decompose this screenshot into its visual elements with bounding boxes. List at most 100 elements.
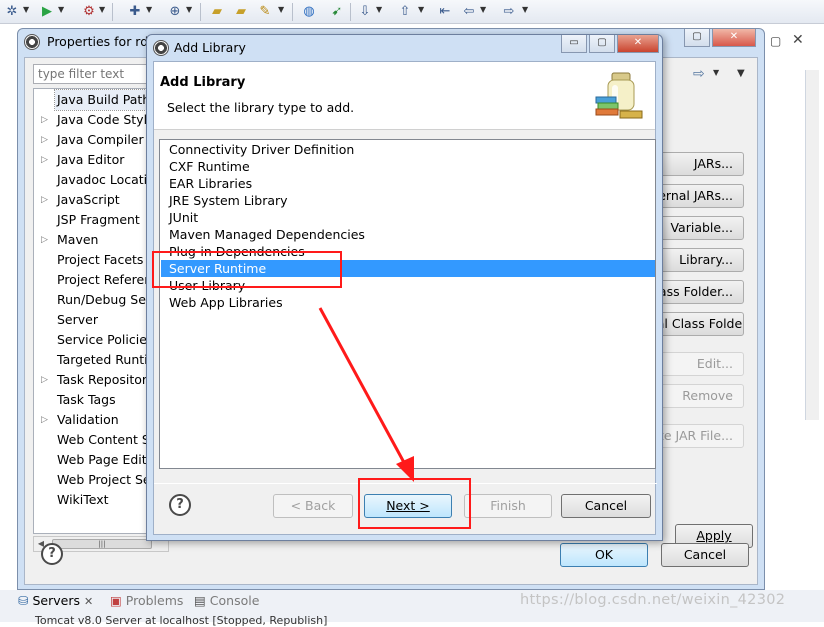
tree-item-label: Maven <box>57 232 99 247</box>
expand-arrow-icon[interactable]: ▷ <box>41 230 48 250</box>
eclipse-icon <box>24 34 40 50</box>
library-type-item[interactable]: Connectivity Driver Definition <box>161 141 655 158</box>
tree-item-label: Java Build Path <box>53 89 154 111</box>
dialog-title: Add Library <box>174 40 246 55</box>
chevron-down-icon[interactable]: ▼ <box>23 5 29 14</box>
tab-problems[interactable]: ▣ Problems <box>110 591 183 611</box>
chevron-down-icon[interactable]: ▼ <box>186 5 192 14</box>
new-project-icon[interactable]: ✚ <box>126 3 144 21</box>
close-icon[interactable]: ✕ <box>84 595 93 608</box>
expand-arrow-icon[interactable]: ▷ <box>41 190 48 210</box>
annotation-box-server-runtime <box>152 251 342 288</box>
tab-problems-label: Problems <box>125 593 184 608</box>
chevron-down-icon[interactable]: ▼ <box>58 5 64 14</box>
back-icon[interactable]: ⇦ <box>460 3 478 21</box>
toolbar-separator <box>292 3 293 21</box>
forward-icon[interactable]: ⇨ <box>500 3 518 21</box>
wizard-heading: Add Library <box>160 75 246 90</box>
problems-icon: ▣ <box>110 593 122 608</box>
expand-arrow-icon[interactable]: ▷ <box>41 150 48 170</box>
chevron-down-icon[interactable]: ▼ <box>522 5 528 14</box>
cancel-button[interactable]: Cancel <box>561 494 651 518</box>
apply-label: Apply <box>696 528 732 543</box>
chevron-down-icon[interactable]: ▼ <box>99 5 105 14</box>
chevron-down-icon[interactable]: ▼ <box>376 5 382 14</box>
wizard-description: Select the library type to add. <box>167 100 355 115</box>
tab-console[interactable]: ▤ Console <box>194 591 259 611</box>
tree-item-label: Server <box>57 312 98 327</box>
chevron-down-icon[interactable]: ▼ <box>480 5 486 14</box>
chevron-down-icon[interactable]: ▼ <box>146 5 152 14</box>
close-icon[interactable]: ✕ <box>792 32 804 48</box>
tree-item-label: Validation <box>57 412 119 427</box>
last-edit-icon[interactable]: ⇤ <box>436 3 454 21</box>
library-type-item[interactable]: JRE System Library <box>161 192 655 209</box>
expand-arrow-icon[interactable]: ▷ <box>41 130 48 150</box>
main-toolbar: ✲ ▼ ▶ ▼ ⚙ ▼ ✚ ▼ ⊕ ▼ ▰ ▰ ✎ ▼ ◍ ➹ ⇩ ▼ ⇧ ▼ … <box>0 0 824 24</box>
expand-arrow-icon[interactable]: ▷ <box>41 110 48 130</box>
eclipse-icon <box>153 40 169 56</box>
chevron-down-icon[interactable]: ▼ <box>278 5 284 14</box>
restore-icon[interactable]: ▢ <box>770 34 781 48</box>
tree-item-label: WikiText <box>57 492 109 507</box>
library-type-item[interactable]: Maven Managed Dependencies <box>161 226 655 243</box>
external-tools-icon[interactable]: ⚙ <box>80 3 98 21</box>
help-icon[interactable]: ? <box>41 543 63 565</box>
previous-annotation-icon[interactable]: ⇧ <box>396 3 414 21</box>
cancel-button[interactable]: Cancel <box>661 543 749 567</box>
wizard-header: Add Library Select the library type to a… <box>154 62 655 130</box>
tree-item-label: Java Code Style <box>57 112 155 127</box>
globe-icon[interactable]: ◍ <box>300 3 318 21</box>
toolbar-separator <box>112 3 113 21</box>
forward-nav-icon[interactable]: ⇨ <box>693 66 705 82</box>
tree-item-label: Task Repository <box>57 372 155 387</box>
server-entry[interactable]: Tomcat v8.0 Server at localhost [Stopped… <box>35 614 327 627</box>
servers-icon: ⛁ <box>18 593 29 608</box>
run-icon[interactable]: ▶ <box>38 3 56 21</box>
view-menu-icon[interactable]: ▼ <box>737 68 745 79</box>
tab-console-label: Console <box>209 593 260 608</box>
maximize-button[interactable]: ▢ <box>589 35 615 53</box>
workbench-window-controls: ▢ ✕ <box>766 28 816 56</box>
tree-item-label: Service Policies <box>57 332 154 347</box>
back-button[interactable]: < Back <box>273 494 353 518</box>
tree-item-label: Java Editor <box>57 152 125 167</box>
pencil-icon[interactable]: ✎ <box>256 3 274 21</box>
library-type-item[interactable]: CXF Runtime <box>161 158 655 175</box>
expand-arrow-icon[interactable]: ▷ <box>41 370 48 390</box>
open-type-icon[interactable]: ▰ <box>208 3 226 21</box>
library-jar-icon <box>595 72 643 119</box>
toolbar-separator <box>350 3 351 21</box>
close-button[interactable]: ✕ <box>617 35 659 53</box>
run-server-icon[interactable]: ➹ <box>328 3 346 21</box>
finish-button[interactable]: Finish <box>464 494 552 518</box>
tree-item-label: Project Facets <box>57 252 144 267</box>
properties-title: Properties for rdb <box>47 34 157 49</box>
tree-item-label: Task Tags <box>57 392 116 407</box>
expand-arrow-icon[interactable]: ▷ <box>41 410 48 430</box>
tree-item-label: Web Page Editor <box>57 452 160 467</box>
debug-bug-icon[interactable]: ✲ <box>3 3 21 21</box>
library-type-item[interactable]: EAR Libraries <box>161 175 655 192</box>
toolbar-separator <box>200 3 201 21</box>
tree-item-label: JavaScript <box>57 192 120 207</box>
minimize-button[interactable]: ▭ <box>561 35 587 53</box>
close-button[interactable]: ✕ <box>712 29 756 47</box>
tree-item-label: JSP Fragment <box>57 212 140 227</box>
open-folder-icon[interactable]: ▰ <box>232 3 250 21</box>
annotation-arrow <box>318 307 414 482</box>
maximize-button[interactable]: ▢ <box>684 29 710 47</box>
watermark: https://blog.csdn.net/weixin_42302 <box>520 592 786 608</box>
tab-servers[interactable]: ⛁ Servers ✕ <box>18 591 93 611</box>
next-annotation-icon[interactable]: ⇩ <box>356 3 374 21</box>
tree-item-label: Java Compiler <box>57 132 144 147</box>
side-strip <box>805 70 819 420</box>
library-type-item[interactable]: JUnit <box>161 209 655 226</box>
tab-servers-label: Servers <box>32 593 80 608</box>
help-icon[interactable]: ? <box>169 494 191 516</box>
new-class-icon[interactable]: ⊕ <box>166 3 184 21</box>
chevron-down-icon[interactable]: ▼ <box>418 5 424 14</box>
scroll-thumb[interactable]: ||| <box>52 539 152 549</box>
ok-button[interactable]: OK <box>560 543 648 567</box>
chevron-down-icon[interactable]: ▼ <box>713 68 719 77</box>
